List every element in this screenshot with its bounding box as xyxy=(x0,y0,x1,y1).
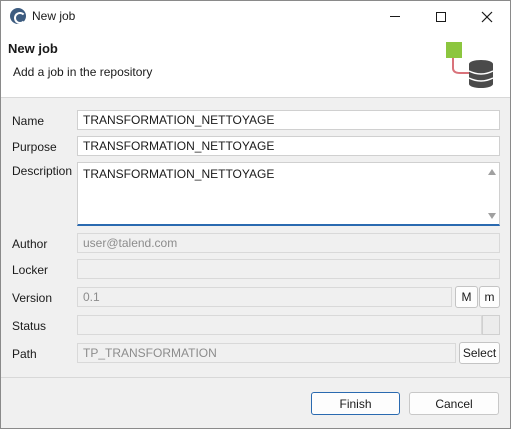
maximize-icon xyxy=(436,11,446,22)
name-label: Name xyxy=(12,114,45,128)
major-version-button[interactable]: M xyxy=(455,286,478,308)
purpose-label: Purpose xyxy=(12,140,57,154)
dialog-header: New job Add a job in the repository xyxy=(1,32,510,98)
description-text: TRANSFORMATION_NETTOYAGE xyxy=(83,167,275,181)
minimize-button[interactable] xyxy=(372,1,418,32)
path-label: Path xyxy=(12,347,37,361)
finish-button[interactable]: Finish xyxy=(311,392,400,415)
minor-version-button[interactable]: m xyxy=(479,286,500,308)
header-title: New job xyxy=(8,41,58,56)
author-field: user@talend.com xyxy=(77,233,500,253)
locker-field xyxy=(77,259,500,279)
author-label: Author xyxy=(12,237,48,251)
scroll-down-icon[interactable] xyxy=(488,213,496,219)
description-label: Description xyxy=(12,164,73,178)
path-field: TP_TRANSFORMATION xyxy=(77,343,456,363)
description-textarea[interactable]: TRANSFORMATION_NETTOYAGE xyxy=(77,162,500,226)
name-field[interactable]: TRANSFORMATION_NETTOYAGE xyxy=(77,110,500,130)
version-field: 0.1 xyxy=(77,287,452,307)
minimize-icon xyxy=(390,16,400,17)
cancel-button[interactable]: Cancel xyxy=(409,392,499,415)
scroll-up-icon[interactable] xyxy=(488,169,496,175)
new-job-dialog: New job New job Add a job in the reposit… xyxy=(0,0,511,429)
status-combo xyxy=(77,315,482,335)
talend-studio-icon xyxy=(10,8,26,24)
header-subtitle: Add a job in the repository xyxy=(13,65,153,79)
close-icon xyxy=(481,11,493,22)
status-dropdown-button xyxy=(482,315,500,335)
footer-separator xyxy=(1,377,510,378)
title-bar: New job xyxy=(1,1,510,32)
select-path-button[interactable]: Select xyxy=(459,342,500,364)
locker-label: Locker xyxy=(12,263,49,277)
close-button[interactable] xyxy=(464,1,510,32)
job-database-icon xyxy=(446,42,494,88)
version-label: Version xyxy=(12,291,53,305)
purpose-field[interactable]: TRANSFORMATION_NETTOYAGE xyxy=(77,136,500,156)
status-label: Status xyxy=(12,319,47,333)
maximize-button[interactable] xyxy=(418,1,464,32)
window-title: New job xyxy=(32,9,76,23)
